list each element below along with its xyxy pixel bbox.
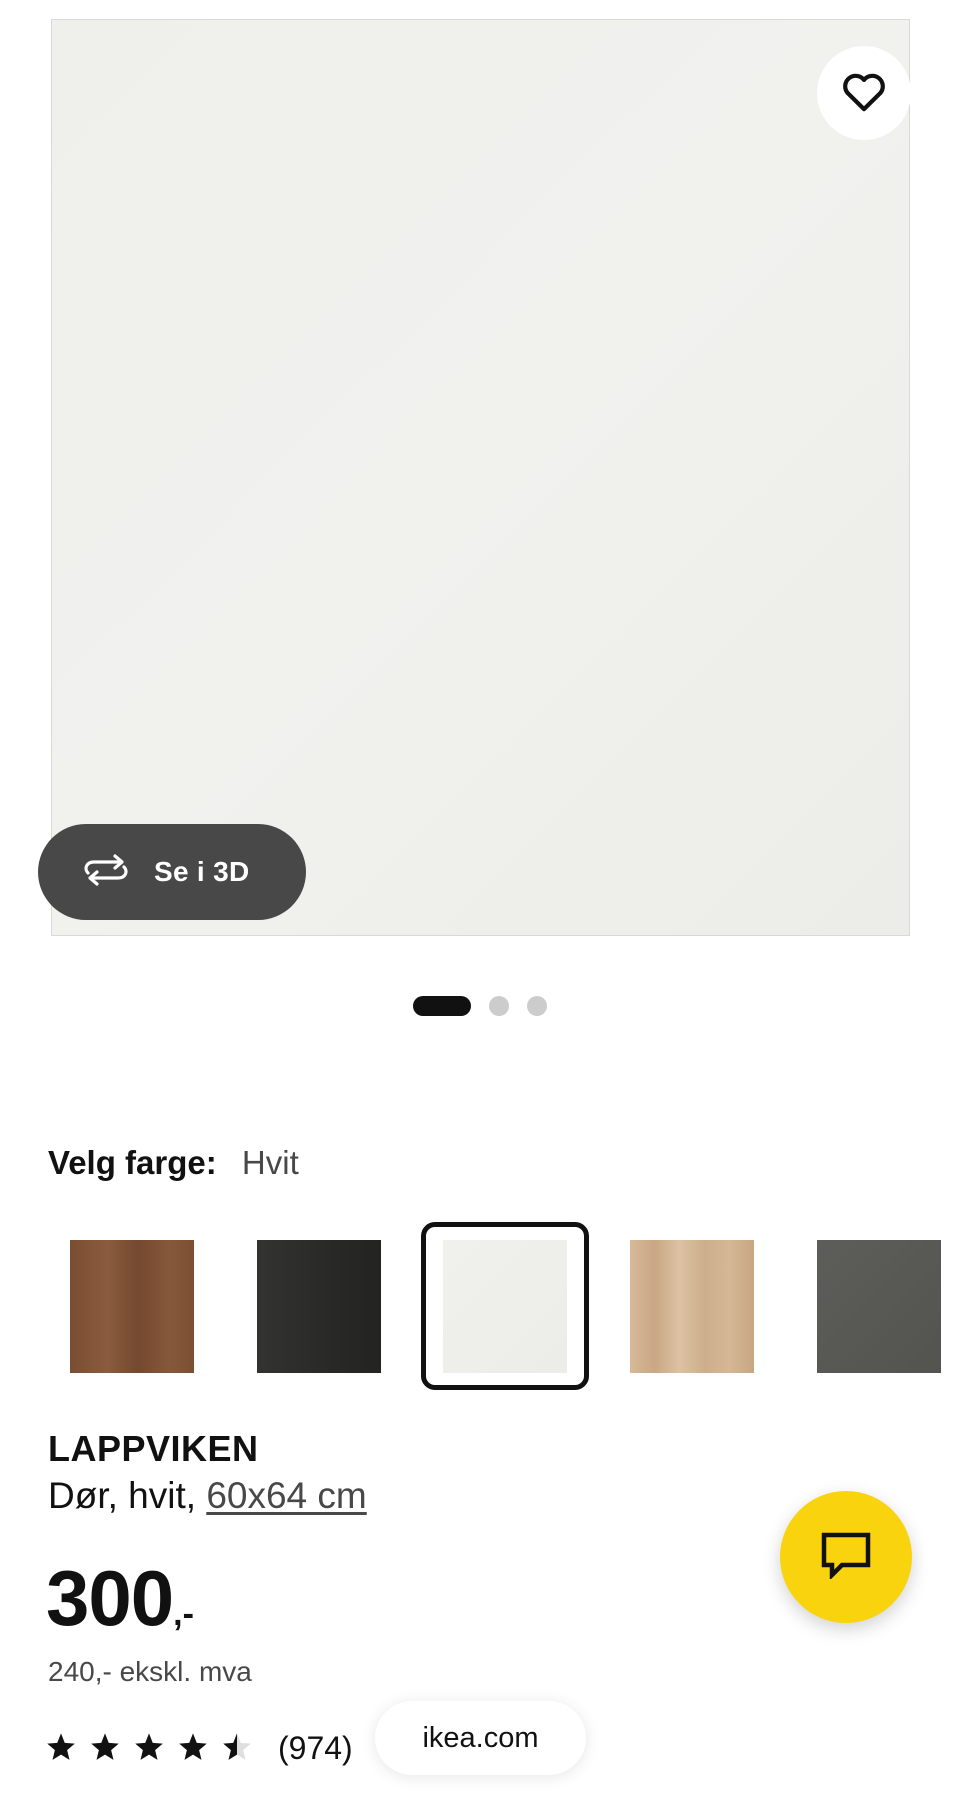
chat-bubble-icon — [820, 1531, 872, 1584]
color-swatch-white[interactable] — [421, 1222, 589, 1390]
browser-url-bar[interactable]: ikea.com — [375, 1701, 586, 1775]
swatch-chip — [257, 1239, 381, 1373]
carousel-dot-active[interactable] — [413, 996, 471, 1016]
carousel-indicator — [413, 996, 547, 1016]
product-price: 300,- — [46, 1553, 194, 1644]
star-full-icon — [90, 1732, 120, 1766]
color-selector-label: Velg farge: Hvit — [48, 1144, 299, 1182]
price-integer: 300 — [46, 1554, 174, 1642]
star-half-icon — [222, 1732, 252, 1766]
favorite-button[interactable] — [817, 46, 911, 140]
color-label: Velg farge: — [48, 1144, 217, 1181]
product-size-link[interactable]: 60x64 cm — [206, 1475, 366, 1516]
star-full-icon — [134, 1732, 164, 1766]
carousel-dot[interactable] — [527, 996, 547, 1016]
review-count: (974) — [278, 1730, 353, 1766]
view-in-3d-label: Se i 3D — [154, 856, 250, 887]
star-full-icon — [178, 1732, 208, 1766]
star-full-icon — [46, 1732, 76, 1766]
color-value: Hvit — [241, 1144, 299, 1181]
color-swatch-light-oak[interactable] — [608, 1222, 776, 1390]
heart-icon — [841, 70, 887, 117]
product-image[interactable] — [51, 19, 910, 936]
product-description: Dør, hvit, 60x64 cm — [48, 1475, 367, 1517]
color-swatch-dark-grey[interactable] — [795, 1222, 960, 1390]
product-description-text: Dør, hvit, — [48, 1475, 207, 1516]
color-swatch-black[interactable] — [235, 1222, 403, 1390]
swatch-chip — [817, 1239, 941, 1373]
view-in-3d-button[interactable]: Se i 3D — [38, 824, 306, 920]
swatch-chip — [70, 1239, 194, 1373]
price-suffix: ,- — [173, 1595, 194, 1633]
swatch-chip — [630, 1239, 754, 1373]
carousel-dot[interactable] — [489, 996, 509, 1016]
chat-button[interactable] — [780, 1491, 912, 1623]
swatch-chip — [443, 1239, 567, 1373]
rotate-3d-icon — [80, 853, 132, 892]
product-name: LAPPVIKEN — [48, 1428, 259, 1469]
color-swatch-brown[interactable] — [48, 1222, 216, 1390]
product-rating[interactable]: (974) — [46, 1730, 353, 1767]
price-ex-vat: 240,- ekskl. mva — [48, 1656, 252, 1687]
rating-stars — [46, 1732, 266, 1766]
